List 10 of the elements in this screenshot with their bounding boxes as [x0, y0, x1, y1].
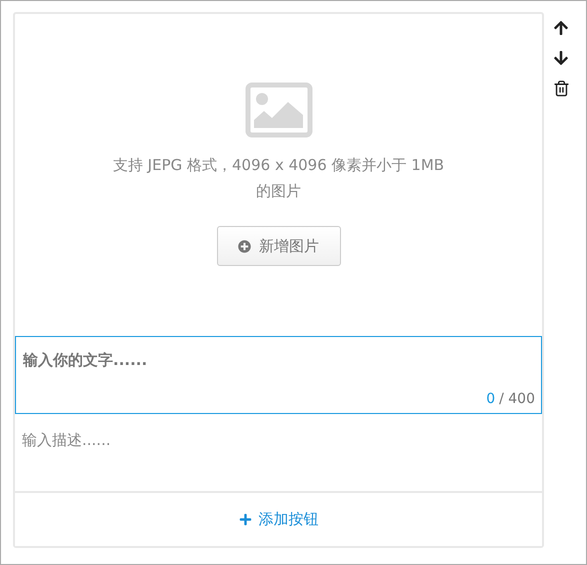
up-arrow-button[interactable]: [552, 19, 570, 37]
character-limit: / 400: [499, 391, 535, 407]
title-field[interactable]: 输入你的文字...... 0 / 400: [15, 336, 542, 414]
character-count: 0: [486, 391, 496, 407]
down-arrow-button[interactable]: [552, 49, 570, 67]
add-image-button[interactable]: 新增图片: [216, 226, 340, 266]
upload-hint: 支持 JEPG 格式，4096 x 4096 像素并小于 1MB 的图片: [112, 155, 446, 202]
image-placeholder-icon: [244, 82, 312, 138]
delete-button[interactable]: [552, 79, 570, 97]
plus-icon: [238, 513, 252, 526]
